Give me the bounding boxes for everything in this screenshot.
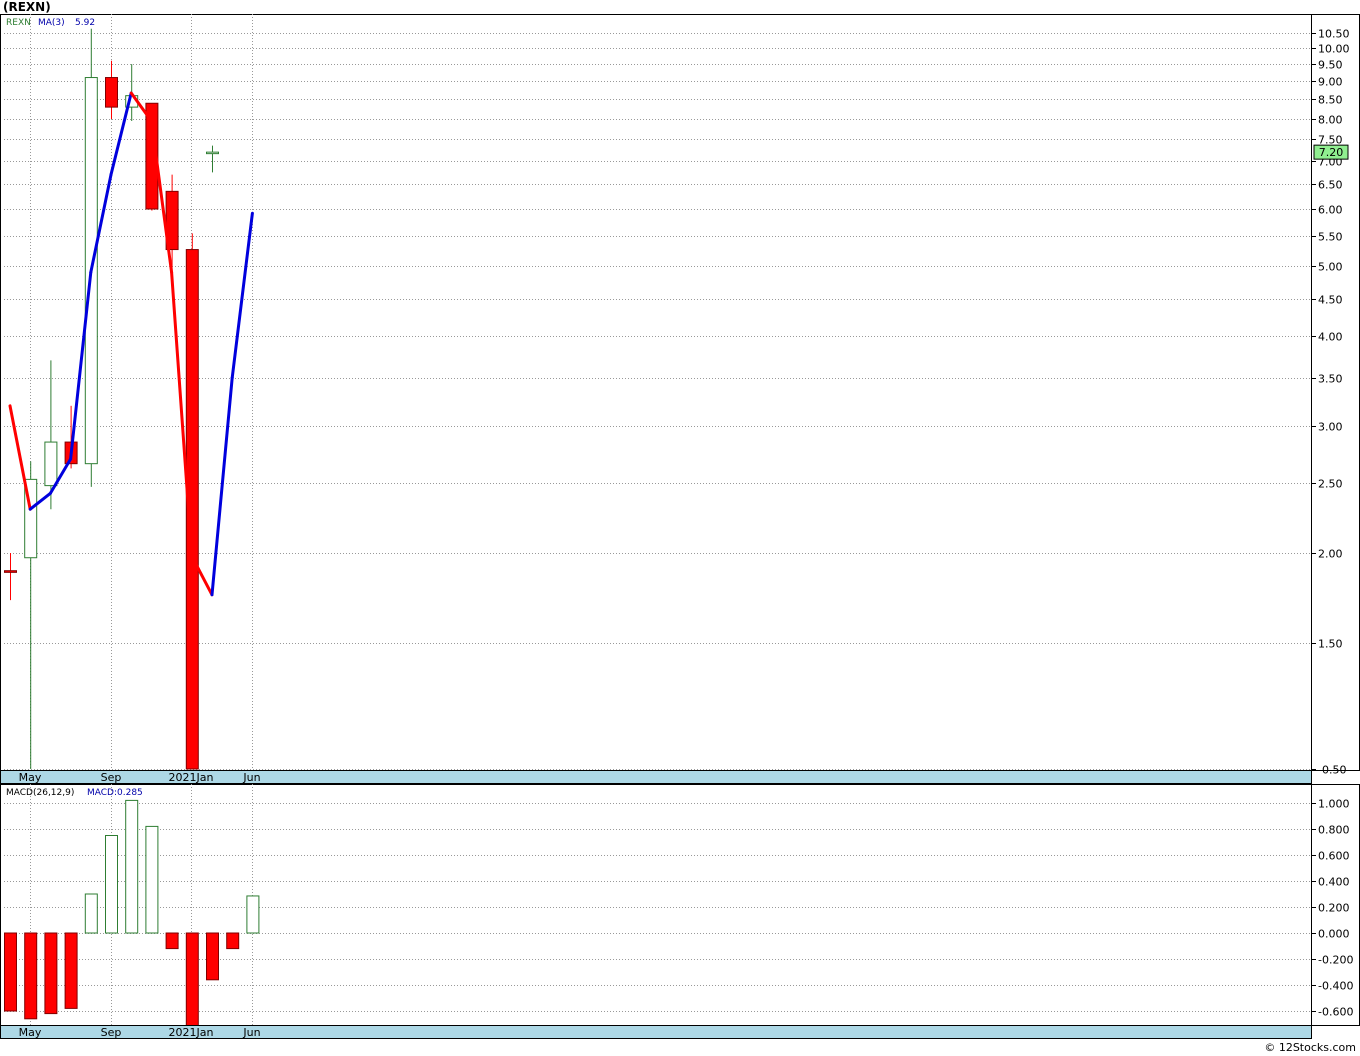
- price-tick-label: 6.00: [1318, 204, 1343, 217]
- macd-tick-label: 0.200: [1318, 902, 1350, 915]
- macd-bar: [226, 932, 240, 950]
- price-tick-label: 2.00: [1318, 548, 1343, 561]
- price-tick-label: 8.00: [1318, 114, 1343, 127]
- candle-body: [206, 151, 219, 155]
- macd-tick-label: -0.200: [1318, 954, 1353, 967]
- macd-tick-label: 0.600: [1318, 850, 1350, 863]
- macd-legend-indicator: MACD(26,12,9): [6, 788, 74, 798]
- macd-x-label: Jun: [242, 1026, 260, 1039]
- price-x-label: Jun: [242, 771, 260, 784]
- macd-bar: [145, 825, 159, 934]
- macd-panel-frame: [0, 784, 1360, 1026]
- price-tick-label: 3.00: [1318, 421, 1343, 434]
- legend-ma-value: 5.92: [75, 18, 95, 28]
- macd-legend-value: MACD:0.285: [87, 788, 143, 798]
- copyright-footer: © 12Stocks.com: [1264, 1041, 1356, 1054]
- candle-body: [105, 77, 118, 108]
- price-panel-frame: [0, 14, 1360, 771]
- macd-bar: [185, 932, 199, 1028]
- macd-bar: [246, 895, 260, 934]
- candle-body: [44, 441, 58, 487]
- price-tick-label: 2.50: [1318, 478, 1343, 491]
- stock-chart: 10.5010.009.509.008.508.007.507.006.506.…: [0, 14, 1360, 1039]
- macd-bar: [206, 932, 219, 981]
- macd-bar: [84, 893, 98, 934]
- macd-panel: 1.000 0.800 0.600 0.400 0.200 0.000 -0.200 -0.4…: [0, 784, 1360, 1039]
- macd-bar: [24, 932, 38, 1020]
- price-x-label: May: [19, 771, 42, 784]
- price-tick-label: 4.50: [1318, 294, 1343, 307]
- macd-tick-label: 1.000: [1318, 798, 1350, 811]
- macd-x-label: Sep: [101, 1026, 122, 1039]
- price-tick-label: 5.50: [1318, 231, 1343, 244]
- macd-bar: [125, 799, 139, 934]
- macd-bar: [4, 932, 17, 1012]
- last-price-label: 7.20: [1319, 146, 1344, 159]
- macd-bar: [64, 932, 78, 1009]
- legend-ma-label: MA(3): [38, 18, 65, 28]
- macd-x-label: May: [19, 1026, 42, 1039]
- legend-symbol: REXN: [6, 18, 31, 28]
- price-tick-label: 8.50: [1318, 94, 1343, 107]
- price-tick-label: 9.00: [1318, 76, 1343, 89]
- price-tick-label: 3.50: [1318, 373, 1343, 386]
- price-tick-label: 10.00: [1318, 43, 1350, 56]
- price-x-label: Sep: [101, 771, 122, 784]
- macd-x-label: 2021Jan: [169, 1026, 214, 1039]
- price-tick-label: 10.50: [1318, 28, 1350, 41]
- macd-bar: [165, 932, 179, 950]
- price-tick-label: 5.00: [1318, 261, 1343, 274]
- macd-tick-label: 0.000: [1318, 928, 1350, 941]
- macd-tick-label: -0.400: [1318, 980, 1353, 993]
- price-tick-label: 6.50: [1318, 179, 1343, 192]
- macd-tick-label: -0.600: [1318, 1006, 1353, 1019]
- price-panel: 10.5010.009.509.008.508.007.507.006.506.…: [0, 14, 1360, 784]
- price-tick-label: 4.00: [1318, 331, 1343, 344]
- price-x-label: 2021Jan: [169, 771, 214, 784]
- price-tick-label: 1.50: [1318, 638, 1343, 651]
- price-tick-label: -0.50: [1318, 764, 1346, 777]
- macd-tick-label: 0.400: [1318, 876, 1350, 889]
- macd-bar: [44, 932, 58, 1015]
- macd-tick-label: 0.800: [1318, 824, 1350, 837]
- candle-body: [4, 570, 17, 573]
- price-tick-label: 9.50: [1318, 59, 1343, 72]
- macd-bar: [105, 835, 118, 934]
- price-tick-label: 7.50: [1318, 134, 1343, 147]
